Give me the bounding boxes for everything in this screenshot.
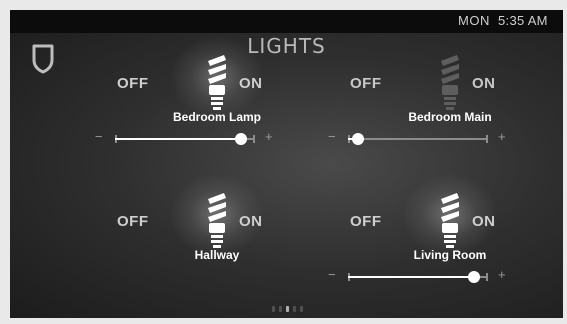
- page-dot[interactable]: [300, 306, 303, 312]
- dimmer-increase-button[interactable]: +: [265, 129, 273, 144]
- page-dot[interactable]: [286, 306, 289, 312]
- on-toggle-label[interactable]: ON: [239, 75, 263, 92]
- on-toggle-label[interactable]: ON: [472, 75, 496, 92]
- dimmer-increase-button[interactable]: +: [498, 267, 506, 282]
- dimmer-slider[interactable]: − +: [328, 267, 508, 287]
- light-name: Bedroom Lamp: [172, 110, 261, 124]
- light-name: Hallway: [194, 248, 240, 262]
- light-name: Living Room: [413, 248, 487, 262]
- dimmer-decrease-button[interactable]: −: [328, 129, 336, 144]
- light-card-bedroom-lamp: OFF ON Bedroom Lamp − +: [95, 35, 317, 193]
- page-dot[interactable]: [272, 306, 275, 312]
- status-day: MON: [458, 13, 490, 28]
- off-toggle-label[interactable]: OFF: [117, 75, 149, 92]
- light-card-bedroom-main: OFF ON Bedroom Main − +: [328, 53, 550, 193]
- status-bar: MON 5:35 AM: [10, 10, 563, 33]
- cfl-bulb-icon: [208, 193, 226, 248]
- dimmer-knob[interactable]: [468, 271, 480, 283]
- dimmer-track[interactable]: [115, 133, 255, 145]
- dimmer-track[interactable]: [348, 133, 488, 145]
- bulb-icon[interactable]: [432, 53, 468, 113]
- light-name: Bedroom Main: [408, 110, 492, 124]
- dimmer-track[interactable]: [348, 271, 488, 283]
- bulb-icon[interactable]: [169, 35, 265, 119]
- dimmer-fill: [115, 138, 241, 140]
- lights-screen: MON 5:35 AM LIGHTS OFF ON Bedroom Lamp −…: [10, 10, 563, 318]
- on-toggle-label[interactable]: ON: [239, 213, 263, 230]
- page-dot[interactable]: [293, 306, 296, 312]
- light-card-living-room: OFF ON Living Room − +: [328, 173, 550, 318]
- dimmer-decrease-button[interactable]: −: [328, 267, 336, 282]
- off-toggle-label[interactable]: OFF: [350, 213, 382, 230]
- status-time: 5:35 AM: [498, 13, 548, 28]
- bulb-icon[interactable]: [402, 173, 498, 257]
- page-dot[interactable]: [279, 306, 282, 312]
- off-toggle-label[interactable]: OFF: [117, 213, 149, 230]
- dimmer-slider[interactable]: − +: [328, 129, 508, 149]
- light-card-hallway: OFF ON Hallway: [117, 173, 317, 318]
- page-indicator[interactable]: [272, 306, 312, 312]
- dimmer-knob[interactable]: [352, 133, 364, 145]
- dimmer-decrease-button[interactable]: −: [95, 129, 103, 144]
- dimmer-knob[interactable]: [235, 133, 247, 145]
- cfl-bulb-icon: [441, 55, 459, 110]
- bulb-icon[interactable]: [169, 173, 265, 257]
- on-toggle-label[interactable]: ON: [472, 213, 496, 230]
- off-toggle-label[interactable]: OFF: [350, 75, 382, 92]
- cfl-bulb-icon: [441, 193, 459, 248]
- cfl-bulb-icon: [208, 55, 226, 110]
- dimmer-slider[interactable]: − +: [95, 129, 275, 149]
- dimmer-increase-button[interactable]: +: [498, 129, 506, 144]
- dimmer-fill: [348, 276, 474, 278]
